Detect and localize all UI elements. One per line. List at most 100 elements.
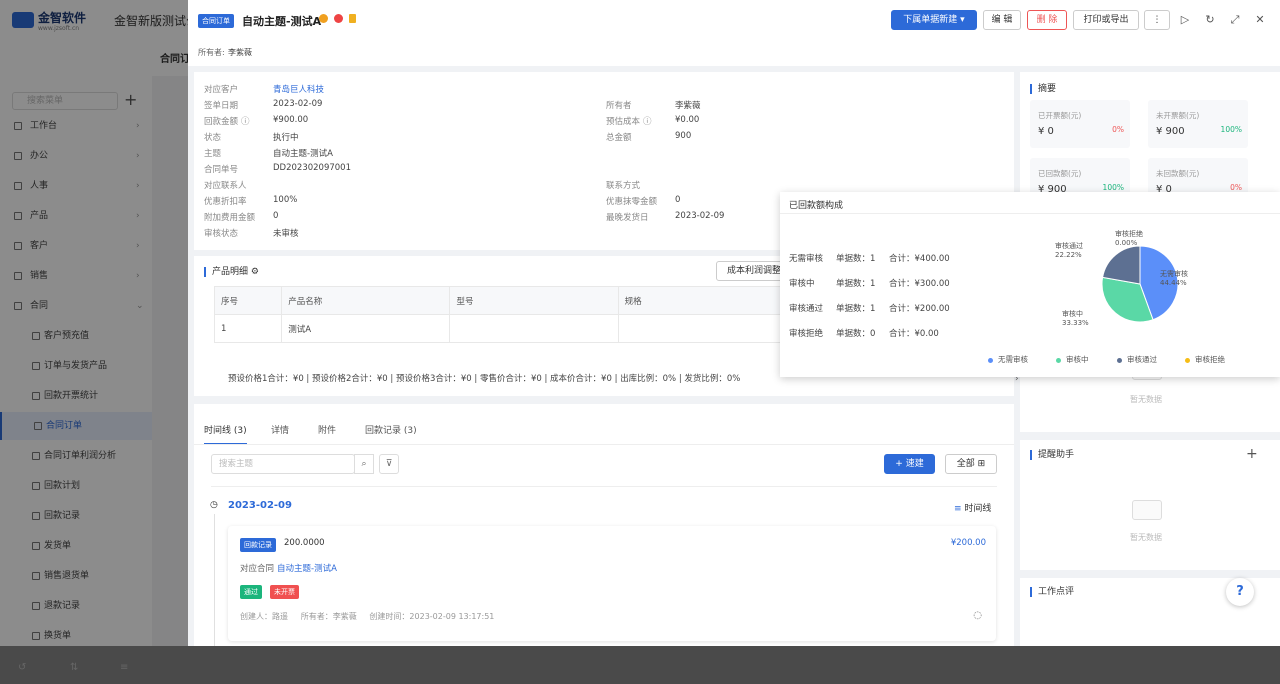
field-value: 执行中 bbox=[273, 133, 299, 143]
review-title: 工作点评 bbox=[1030, 587, 1074, 597]
breakdown-total-label: 合计：¥200.00 bbox=[889, 304, 950, 314]
timeline-search-input[interactable]: 搜索主题 bbox=[211, 454, 355, 474]
legend-label: 审核通过 bbox=[1127, 355, 1157, 364]
summary-card[interactable]: 未开票额(元) ¥ 900 100% bbox=[1148, 100, 1248, 148]
field-label: 对应联系人 bbox=[204, 181, 247, 191]
print-export-button[interactable]: 打印或导出 bbox=[1073, 10, 1139, 30]
column-header: 规格 bbox=[617, 286, 787, 315]
timeline-line bbox=[214, 514, 215, 646]
refresh-icon[interactable]: ↻ bbox=[1203, 13, 1217, 27]
fullscreen-icon[interactable]: ⤢ bbox=[1228, 13, 1242, 27]
breakdown-name: 审核拒绝 bbox=[789, 329, 824, 339]
play-icon[interactable]: ▷ bbox=[1178, 13, 1192, 27]
divider bbox=[211, 486, 997, 487]
legend-dot bbox=[1117, 357, 1122, 363]
more-button[interactable]: ⋮ bbox=[1144, 10, 1170, 30]
field-value: 未审核 bbox=[273, 229, 299, 239]
field-label: 联系方式 bbox=[606, 181, 641, 191]
timeline-date: 2023-02-09 bbox=[228, 500, 292, 511]
table-cell[interactable]: 测试A bbox=[281, 314, 451, 343]
pie-label: 审核中 33.33% bbox=[1062, 310, 1089, 328]
card-percent: 100% bbox=[1220, 125, 1242, 134]
timeline-tab[interactable]: 时间线 (3) bbox=[204, 423, 247, 445]
field-value: 自动主题-测试A bbox=[273, 149, 333, 159]
field-value: 100% bbox=[273, 195, 298, 205]
quick-create-button[interactable]: + 速建 bbox=[884, 454, 935, 474]
card-meta: 创建人：路遥 所有者：李紫薇 创建时间：2023-02-09 13:17:51 bbox=[240, 612, 495, 621]
field-label: 审核状态 bbox=[204, 229, 239, 239]
field-value: 2023-02-09 bbox=[675, 211, 725, 221]
breakdown-count-label: 单据数：0 bbox=[836, 329, 876, 339]
field-value[interactable]: 青岛巨人科技 bbox=[273, 83, 324, 95]
list-icon: ≡ bbox=[954, 504, 962, 514]
pie-label-name: 审核中 bbox=[1062, 310, 1083, 318]
alert-icon[interactable] bbox=[334, 14, 343, 23]
filter-icon[interactable]: ⊽ bbox=[379, 454, 399, 474]
record-type-tag: 回款记录 bbox=[240, 538, 276, 552]
sidebar-footer: ↺ ⇅ ≡ bbox=[0, 654, 152, 684]
settings-icon[interactable]: ⚙ bbox=[251, 267, 259, 277]
breakdown-count-label: 单据数：1 bbox=[836, 254, 876, 264]
pie-label: 审核通过 22.22% bbox=[1055, 242, 1083, 260]
related-contract-link[interactable]: 自动主题-测试A bbox=[277, 562, 337, 574]
pie-label-name: 审核通过 bbox=[1055, 242, 1083, 250]
field-value: 0 bbox=[675, 195, 681, 205]
search-icon[interactable]: ⌕ bbox=[354, 454, 374, 474]
timeline-card[interactable]: 回款记录 200.0000 ¥200.00 对应合同 自动主题-测试A 通过 未… bbox=[228, 526, 996, 641]
legend-item[interactable]: 审核通过 bbox=[1117, 354, 1157, 365]
close-icon[interactable]: ✕ bbox=[1253, 13, 1267, 27]
summary-card[interactable]: 已开票额(元) ¥ 0 0% bbox=[1030, 100, 1130, 148]
table-cell: 1 bbox=[213, 314, 283, 343]
new-sub-doc-button[interactable]: 下属单据新建 ▾ bbox=[891, 10, 977, 30]
product-summary: 预设价格1合计：¥0 | 预设价格2合计：¥0 | 预设价格3合计：¥0 | 零… bbox=[228, 374, 741, 384]
drawer-header: 合同订单 自动主题-测试A 所有者: 李紫薇 下属单据新建 ▾ 编 辑 删 除 … bbox=[188, 0, 1280, 66]
reminder-panel: 提醒助手 + 暂无数据 bbox=[1020, 440, 1280, 570]
field-label: 总金额 bbox=[606, 133, 632, 143]
breakdown-name: 审核通过 bbox=[789, 304, 824, 314]
legend-dot bbox=[1056, 357, 1061, 363]
legend-item[interactable]: 无需审核 bbox=[988, 354, 1028, 365]
pie-slice[interactable] bbox=[1101, 245, 1141, 285]
comment-icon[interactable]: ◌ bbox=[973, 610, 982, 621]
card-value: ¥ 900 bbox=[1156, 126, 1185, 137]
field-label: 最晚发货日 bbox=[606, 213, 649, 223]
field-value: 900 bbox=[675, 131, 692, 141]
timeline-tab[interactable]: 回款记录 (3) bbox=[365, 423, 417, 436]
help-icon[interactable]: ⓘ bbox=[241, 115, 250, 127]
popover-title: 已回款额构成 bbox=[789, 201, 844, 211]
card-amount: ¥200.00 bbox=[950, 538, 986, 548]
add-icon[interactable]: + bbox=[1246, 446, 1258, 462]
help-icon[interactable]: ? bbox=[1226, 578, 1254, 606]
breakdown-count-label: 单据数：1 bbox=[836, 279, 876, 289]
lock-icon[interactable] bbox=[349, 14, 356, 23]
timeline-tab[interactable]: 附件 bbox=[318, 423, 336, 436]
delete-button[interactable]: 删 除 bbox=[1027, 10, 1067, 30]
card-value: ¥ 0 bbox=[1038, 126, 1054, 137]
field-label: 预估成本 bbox=[606, 117, 641, 127]
grid-icon: ⊞ bbox=[977, 459, 986, 469]
clock-icon: ◷ bbox=[210, 500, 218, 510]
field-value: 2023-02-09 bbox=[273, 99, 323, 109]
legend-item[interactable]: 审核拒绝 bbox=[1185, 354, 1225, 365]
edit-button[interactable]: 编 辑 bbox=[983, 10, 1021, 30]
field-value: DD202302097001 bbox=[273, 163, 351, 173]
menu-icon[interactable]: ≡ bbox=[120, 662, 128, 673]
field-label: 主题 bbox=[204, 149, 222, 159]
field-label: 附加费用金额 bbox=[204, 213, 256, 223]
all-filter-button[interactable]: 全部 ⊞ bbox=[945, 454, 997, 474]
column-header: 产品名称 bbox=[281, 286, 451, 315]
legend-label: 审核拒绝 bbox=[1195, 355, 1225, 364]
chevron-down-icon: ▾ bbox=[960, 15, 965, 25]
reminder-title: 提醒助手 bbox=[1030, 450, 1074, 460]
help-icon[interactable]: ⓘ bbox=[643, 115, 652, 127]
legend-label: 无需审核 bbox=[998, 355, 1028, 364]
timeline-view-toggle[interactable]: ≡ 时间线 bbox=[954, 501, 991, 514]
card-percent: 100% bbox=[1102, 183, 1124, 192]
status-badge-pass: 通过 bbox=[240, 585, 262, 599]
history-icon[interactable]: ↺ bbox=[18, 662, 26, 673]
legend-item[interactable]: 审核中 bbox=[1056, 354, 1089, 365]
timeline-tab[interactable]: 详情 bbox=[271, 423, 289, 436]
empty-text: 暂无数据 bbox=[1130, 533, 1162, 542]
switch-icon[interactable]: ⇅ bbox=[70, 662, 78, 673]
star-icon[interactable] bbox=[319, 14, 328, 23]
